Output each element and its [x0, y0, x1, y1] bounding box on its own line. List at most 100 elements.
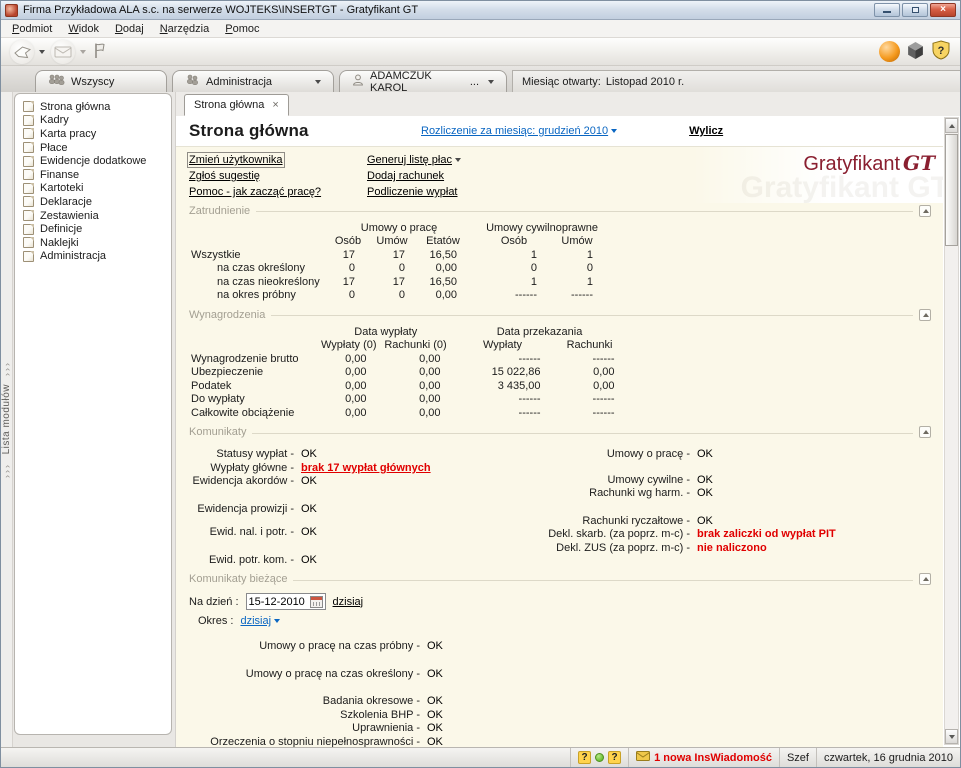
menu-narzedzia[interactable]: Narzędzia [152, 21, 218, 37]
help-status-icon[interactable]: ? [578, 751, 591, 764]
session-dropdown-caret[interactable] [39, 50, 45, 54]
vertical-scrollbar[interactable] [944, 117, 959, 745]
list-item: Dekl. ZUS (za poprz. m-c) -nie naliczono [519, 541, 931, 555]
page-title: Strona główna [189, 121, 421, 141]
tab-administracja[interactable]: Administracja [172, 70, 334, 92]
chevrons-icon [2, 361, 12, 376]
module-icon [23, 128, 34, 139]
insmail-message[interactable]: 1 nowa InsWiadomość [654, 752, 772, 764]
mail-tool-button[interactable] [48, 39, 89, 65]
sidebar-item-definicje[interactable]: Definicje [18, 222, 168, 236]
menu-dodaj[interactable]: Dodaj [107, 21, 152, 37]
cube-button[interactable] [903, 39, 928, 65]
menu-widok[interactable]: Widok [60, 21, 107, 37]
person-icon [352, 74, 364, 89]
modules-collapsed-strip[interactable]: Lista modułów [1, 92, 13, 747]
na-dzien-row: Na dzień : dzisiaj [189, 593, 931, 611]
hand-card-icon [10, 40, 34, 64]
list-item: Badania okresowe -OK [189, 695, 931, 709]
menu-pomoc[interactable]: Pomoc [217, 21, 267, 37]
module-icon [23, 142, 34, 153]
sidebar-item-kartoteki[interactable]: Kartoteki [18, 182, 168, 196]
scroll-up-button[interactable] [945, 118, 958, 133]
payout-summary-link[interactable]: Podliczenie wypłat [367, 186, 458, 198]
minimize-button[interactable] [874, 3, 900, 17]
suggest-link[interactable]: Zgłoś sugestię [189, 170, 260, 182]
help-start-link[interactable]: Pomoc - jak zacząć pracę? [189, 186, 321, 198]
list-item: Umowy o pracę na czas próbny -OK [189, 640, 931, 654]
sidebar-item-naklejki[interactable]: Naklejki [18, 236, 168, 250]
app-window: Firma Przykładowa ALA s.c. na serwerze W… [0, 0, 961, 768]
sidebar-item-administracja[interactable]: Administracja [18, 250, 168, 264]
wynagrodzenia-table: Data wypłatyData przekazania Wypłaty (0)… [189, 325, 627, 420]
mail-dropdown-caret[interactable] [80, 50, 86, 54]
sidebar-item-ewidencje-dodatkowe[interactable]: Ewidencje dodatkowe [18, 154, 168, 168]
table-row: na okres próbny000,00------------ [189, 289, 605, 303]
app-icon [5, 4, 18, 17]
collapse-section-icon[interactable] [919, 573, 931, 585]
sidebar-item-strona-glowna[interactable]: Strona główna [18, 100, 168, 114]
generate-payroll-link[interactable]: Generuj listę płac [367, 154, 461, 166]
employee-dropdown-caret[interactable] [488, 80, 494, 84]
employee-browse-button[interactable]: ... [470, 76, 479, 88]
chevron-down-icon [455, 158, 461, 162]
calendar-icon[interactable] [310, 596, 323, 608]
scroll-down-button[interactable] [945, 729, 958, 744]
insmail-segment[interactable]: 1 nowa InsWiadomość [628, 748, 779, 767]
add-bill-link[interactable]: Dodaj rachunek [367, 170, 444, 182]
sidebar-item-finanse[interactable]: Finanse [18, 168, 168, 182]
section-komunikaty-biezace-header: Komunikaty bieżące [189, 572, 931, 587]
help-shield-button[interactable]: ? [928, 39, 954, 65]
table-row: Podatek0,000,003 435,000,00 [189, 379, 627, 393]
list-item: Umowy o pracę na czas określony -OK [189, 667, 931, 681]
menu-podmiot[interactable]: Podmiot [4, 21, 60, 37]
list-item: Uprawnienia -OK [189, 722, 931, 736]
period-selector-link[interactable]: Rozliczenie za miesiąc: grudzień 2010 [421, 125, 617, 137]
module-icon [23, 196, 34, 207]
scrollbar-thumb[interactable] [945, 134, 958, 246]
module-icon [23, 210, 34, 221]
tab-close-icon[interactable]: × [272, 100, 278, 111]
tab-wszyscy[interactable]: Wszyscy [35, 70, 167, 92]
sidebar-item-place[interactable]: Płace [18, 141, 168, 155]
sidebar-item-deklaracje[interactable]: Deklaracje [18, 195, 168, 209]
list-item: Rachunki ryczałtowe -OK [519, 514, 931, 528]
employee-tabstrip: Wszyscy Administracja ADAMCZUK KAROL ...… [1, 66, 960, 92]
date-input[interactable] [249, 596, 307, 608]
chevron-down-icon [274, 619, 280, 623]
sidebar-item-kadry[interactable]: Kadry [18, 114, 168, 128]
change-user-link[interactable]: Zmień użytkownika [189, 154, 283, 166]
collapse-section-icon[interactable] [919, 426, 931, 438]
collapse-section-icon[interactable] [919, 205, 931, 217]
dept-dropdown-caret[interactable] [315, 80, 321, 84]
missing-payouts-alert-link[interactable]: brak 17 wypłat głównych [301, 462, 431, 474]
restore-button[interactable] [902, 3, 928, 17]
okres-dropdown-link[interactable]: dzisiaj [240, 615, 280, 627]
section-wynagrodzenia-header: Wynagrodzenia [189, 307, 931, 322]
sidebar-item-zestawienia[interactable]: Zestawienia [18, 209, 168, 223]
help-status-icon[interactable]: ? [608, 751, 621, 764]
list-item: Wypłaty główne -brak 17 wypłat głównych [189, 461, 519, 475]
collapse-section-icon[interactable] [919, 309, 931, 321]
close-button[interactable]: × [930, 3, 956, 17]
wylicz-link[interactable]: Wylicz [689, 125, 723, 137]
insert-sphere-button[interactable] [876, 39, 903, 65]
list-item: Umowy o pracę -OK [519, 448, 931, 462]
statusbar: ? ? 1 nowa InsWiadomość Szef czwartek, 1… [1, 747, 960, 767]
module-icon [23, 156, 34, 167]
sidebar-item-karta-pracy[interactable]: Karta pracy [18, 127, 168, 141]
module-icon [23, 115, 34, 126]
list-item: Statusy wypłat -OK [189, 448, 519, 462]
content-tab-strona-glowna[interactable]: Strona główna × [184, 94, 289, 116]
date-field[interactable] [246, 593, 326, 610]
tab-employee[interactable]: ADAMCZUK KAROL ... [339, 70, 507, 92]
people-group-icon [48, 74, 65, 89]
online-status-icon [595, 753, 604, 762]
main-toolbar: ? [1, 38, 960, 66]
flag-tool-button[interactable] [89, 39, 110, 65]
today-link[interactable]: dzisiaj [333, 596, 364, 608]
session-tool-button[interactable] [7, 39, 48, 65]
content-tabstrip: Strona główna × [176, 92, 960, 116]
section-zatrudnienie-header: Zatrudnienie [189, 203, 931, 218]
cube-icon [906, 41, 925, 63]
